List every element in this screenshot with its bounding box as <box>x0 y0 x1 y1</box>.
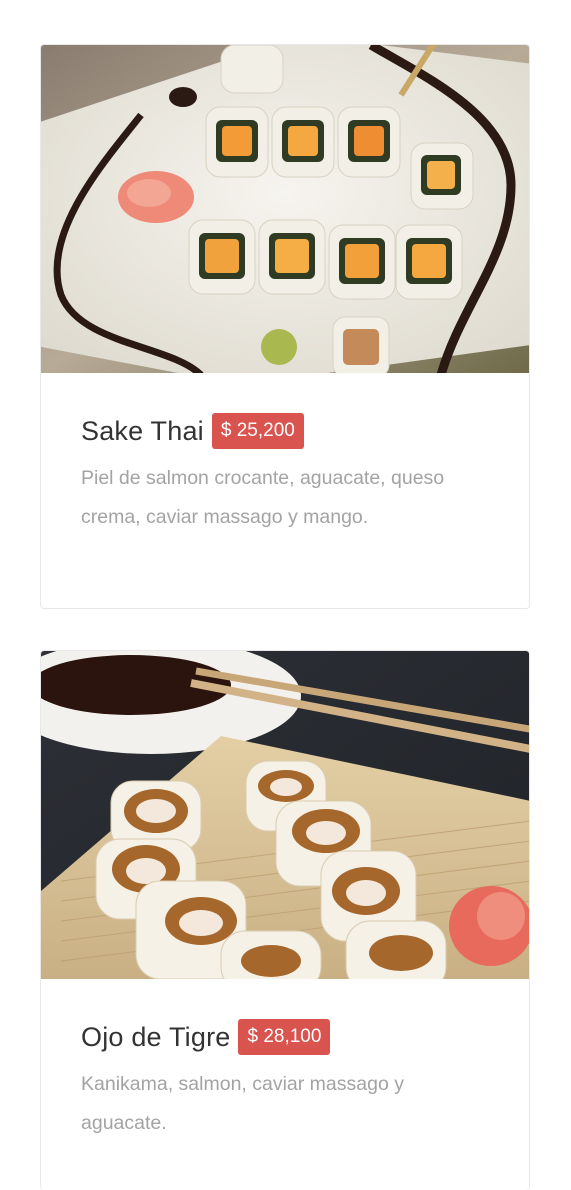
sushi-plate-photo <box>41 45 529 373</box>
item-description: Kanikama, salmon, caviar massago y aguac… <box>81 1073 404 1134</box>
price-badge: $ 25,200 <box>211 413 304 449</box>
price-badge: $ 28,100 <box>238 1019 331 1055</box>
menu-card[interactable]: Sake Thai $ 25,200 Piel de salmon crocan… <box>40 44 530 609</box>
item-name: Sake Thai <box>81 415 204 446</box>
item-name: Ojo de Tigre <box>81 1021 231 1052</box>
menu-card[interactable]: Ojo de Tigre $ 28,100 Kanikama, salmon, … <box>40 650 530 1190</box>
sushi-mat-photo <box>41 651 529 979</box>
item-description: Piel de salmon crocante, aguacate, queso… <box>81 467 445 528</box>
